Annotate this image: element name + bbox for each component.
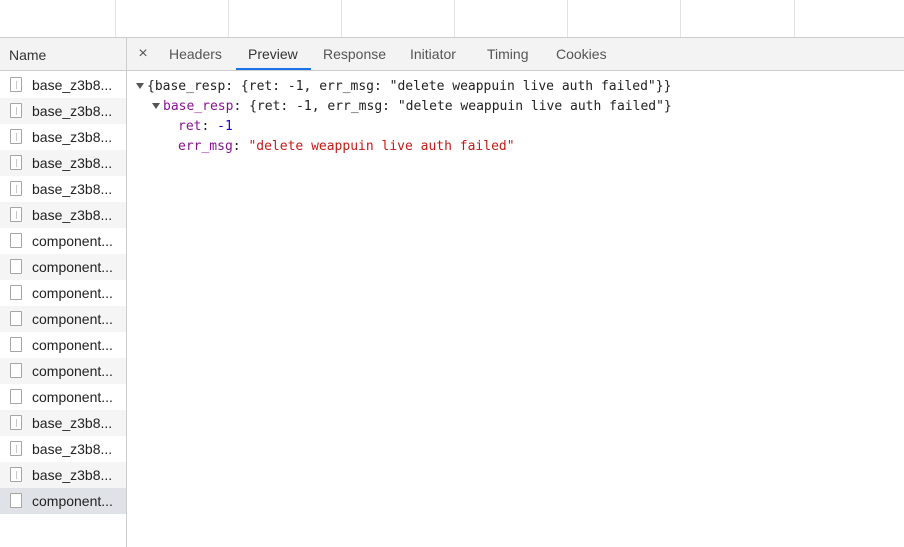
tab-timing[interactable]: Timing bbox=[487, 38, 529, 70]
active-tab-indicator bbox=[236, 68, 311, 70]
script-file-icon bbox=[10, 441, 22, 456]
request-row[interactable]: component... bbox=[0, 280, 126, 306]
document-file-icon bbox=[10, 363, 22, 378]
request-name: base_z3b8... bbox=[32, 155, 113, 171]
request-row[interactable]: base_z3b8... bbox=[0, 410, 126, 436]
request-name: component... bbox=[32, 493, 113, 509]
script-file-icon bbox=[10, 207, 22, 222]
request-name: component... bbox=[32, 233, 113, 249]
details-tab-bar: × Headers Preview Response Initiator Tim… bbox=[127, 38, 904, 71]
tab-preview[interactable]: Preview bbox=[248, 38, 298, 70]
timeline-gridline bbox=[341, 0, 342, 37]
json-number-value: -1 bbox=[217, 119, 233, 134]
request-row[interactable]: base_z3b8... bbox=[0, 98, 126, 124]
request-name: component... bbox=[32, 259, 113, 275]
timeline-gridline bbox=[567, 0, 568, 37]
json-err-msg-line: err_msg: "delete weappuin live auth fail… bbox=[178, 137, 515, 157]
document-file-icon bbox=[10, 311, 22, 326]
close-details-button[interactable]: × bbox=[135, 38, 151, 70]
json-summary: : {ret: -1, err_msg: "delete weappuin li… bbox=[225, 79, 672, 94]
json-key: err_msg bbox=[178, 139, 233, 154]
script-file-icon bbox=[10, 129, 22, 144]
request-row[interactable]: base_z3b8... bbox=[0, 436, 126, 462]
request-row[interactable]: base_z3b8... bbox=[0, 72, 126, 98]
document-file-icon bbox=[10, 337, 22, 352]
json-separator: : bbox=[201, 119, 218, 134]
request-row[interactable]: component... bbox=[0, 488, 126, 514]
request-name: base_z3b8... bbox=[32, 415, 113, 431]
json-summary: : {ret: -1, err_msg: "delete weappuin li… bbox=[233, 99, 672, 114]
script-file-icon bbox=[10, 415, 22, 430]
expand-triangle-icon[interactable] bbox=[152, 103, 160, 109]
document-file-icon bbox=[10, 233, 22, 248]
request-list: base_z3b8... base_z3b8... base_z3b8... base… bbox=[0, 72, 126, 514]
request-name: component... bbox=[32, 363, 113, 379]
json-base-resp-line[interactable]: base_resp: {ret: -1, err_msg: "delete we… bbox=[152, 97, 672, 117]
json-brace: { bbox=[147, 79, 155, 94]
request-row[interactable]: base_z3b8... bbox=[0, 150, 126, 176]
script-file-icon bbox=[10, 181, 22, 196]
request-name: base_z3b8... bbox=[32, 467, 113, 483]
timeline-gridline bbox=[454, 0, 455, 37]
request-name: base_z3b8... bbox=[32, 207, 113, 223]
json-string-value: "delete weappuin live auth failed" bbox=[248, 139, 515, 154]
request-list-panel: Name base_z3b8... base_z3b8... base_z3b8..… bbox=[0, 38, 127, 547]
expand-triangle-icon[interactable] bbox=[136, 83, 144, 89]
request-row[interactable]: component... bbox=[0, 384, 126, 410]
document-file-icon bbox=[10, 285, 22, 300]
request-row[interactable]: base_z3b8... bbox=[0, 176, 126, 202]
timeline-gridline bbox=[115, 0, 116, 37]
json-separator: : bbox=[232, 139, 249, 154]
request-row[interactable]: component... bbox=[0, 332, 126, 358]
request-name: base_z3b8... bbox=[32, 181, 113, 197]
json-key: base_resp bbox=[163, 99, 234, 114]
tab-response[interactable]: Response bbox=[323, 38, 386, 70]
json-ret-line: ret: -1 bbox=[178, 117, 233, 137]
timeline-gridline bbox=[680, 0, 681, 37]
request-name: component... bbox=[32, 337, 113, 353]
script-file-icon bbox=[10, 103, 22, 118]
request-name: base_z3b8... bbox=[32, 103, 113, 119]
request-name: base_z3b8... bbox=[32, 129, 113, 145]
json-key: ret bbox=[178, 119, 202, 134]
request-name: base_z3b8... bbox=[32, 77, 113, 93]
request-name: component... bbox=[32, 311, 113, 327]
tab-initiator[interactable]: Initiator bbox=[410, 38, 456, 70]
request-name: component... bbox=[32, 285, 113, 301]
request-row[interactable]: component... bbox=[0, 254, 126, 280]
tab-cookies[interactable]: Cookies bbox=[556, 38, 607, 70]
request-row[interactable]: base_z3b8... bbox=[0, 462, 126, 488]
tab-headers[interactable]: Headers bbox=[169, 38, 222, 70]
script-file-icon bbox=[10, 155, 22, 170]
document-file-icon bbox=[10, 493, 22, 508]
request-row[interactable]: component... bbox=[0, 306, 126, 332]
request-row[interactable]: component... bbox=[0, 358, 126, 384]
script-file-icon bbox=[10, 467, 22, 482]
name-column-header[interactable]: Name bbox=[0, 38, 126, 71]
json-key: base_resp bbox=[154, 79, 226, 94]
preview-content: {base_resp: {ret: -1, err_msg: "delete w… bbox=[127, 72, 904, 547]
request-row[interactable]: component... bbox=[0, 228, 126, 254]
request-row[interactable]: base_z3b8... bbox=[0, 202, 126, 228]
json-root-line[interactable]: {base_resp: {ret: -1, err_msg: "delete w… bbox=[136, 77, 671, 97]
document-file-icon bbox=[10, 259, 22, 274]
request-row[interactable]: base_z3b8... bbox=[0, 124, 126, 150]
timeline-gridline bbox=[228, 0, 229, 37]
request-name: base_z3b8... bbox=[32, 441, 113, 457]
timeline-gridline bbox=[794, 0, 795, 37]
timeline-overview[interactable] bbox=[0, 0, 904, 38]
script-file-icon bbox=[10, 77, 22, 92]
document-file-icon bbox=[10, 389, 22, 404]
request-name: component... bbox=[32, 389, 113, 405]
